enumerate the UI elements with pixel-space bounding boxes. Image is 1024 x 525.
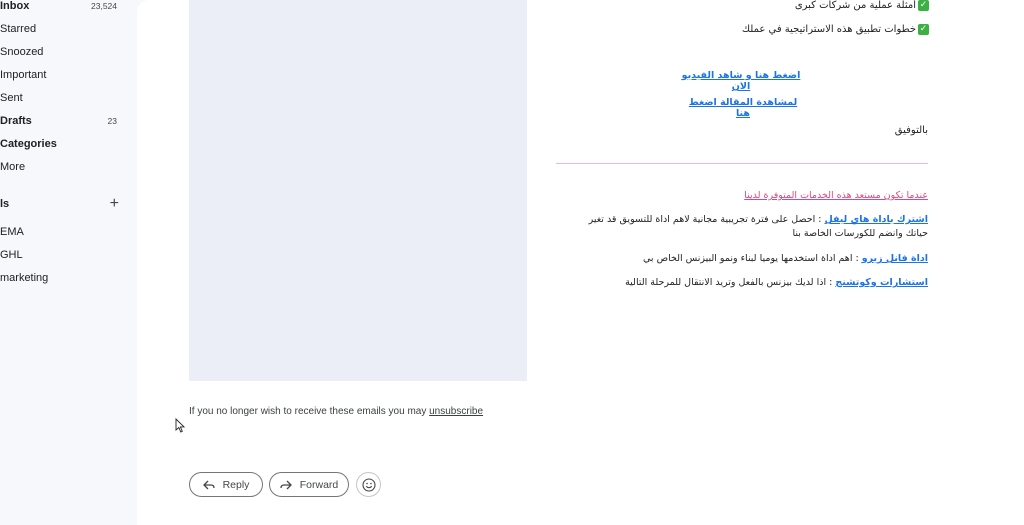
forward-label: Forward <box>299 478 339 491</box>
consulting-link[interactable]: استشارات وكوتشنج <box>835 277 928 288</box>
label-name: marketing <box>0 271 49 284</box>
unsubscribe-link[interactable]: unsubscribe <box>429 406 483 417</box>
check-mark-icon: ✓ <box>918 24 929 35</box>
unsubscribe-notice: If you no longer wish to receive these e… <box>189 406 483 417</box>
service-description: : اهم اداة استخدمها يوميا لبناء ونمو الب… <box>643 253 862 264</box>
services-heading: عندما تكون مستعد هذه الخدمات المتوفرة لد… <box>744 190 928 201</box>
sidebar-item-starred[interactable]: Starred <box>0 17 137 40</box>
read-article-link[interactable]: لمشاهدة المقالة اضغط هنا <box>683 97 803 119</box>
sidebar-item-label: Sent <box>0 91 23 104</box>
labels-heading: ls + <box>0 194 137 214</box>
service-item: استشارات وكوتشنج : اذا لديك بيزنس بالفعل… <box>625 277 928 288</box>
sidebar-label-ema[interactable]: EMA <box>0 220 137 243</box>
reply-button[interactable]: Reply <box>189 472 263 497</box>
sidebar-item-label: Snoozed <box>0 45 44 58</box>
service-item: اشترك باداة هاي ليفل : احصل على فترة تجر… <box>568 213 928 241</box>
sidebar-item-label: Starred <box>0 22 37 35</box>
sidebar-item-label: Drafts <box>0 114 32 127</box>
funnel-zero-link[interactable]: اداة فانل زيرو <box>862 253 928 264</box>
sidebar: Inbox 23,524 Starred Snoozed Important S… <box>0 0 137 525</box>
sidebar-item-inbox[interactable]: Inbox 23,524 <box>0 0 137 17</box>
reply-icon <box>202 480 215 489</box>
unsubscribe-notice-text: If you no longer wish to receive these e… <box>189 406 430 417</box>
unread-count: 23,524 <box>91 0 117 11</box>
create-label-icon[interactable]: + <box>110 194 119 214</box>
check-item-text: خطوات تطبيق هذه الاستراتيجية في عملك <box>741 24 916 35</box>
sidebar-label-ghl[interactable]: GHL <box>0 243 137 266</box>
sidebar-item-drafts[interactable]: Drafts 23 <box>0 109 137 132</box>
drafts-count: 23 <box>107 115 117 126</box>
sidebar-item-more[interactable]: More <box>0 155 137 178</box>
check-item: ✓ أمثلة عملية من شركات كبرى <box>795 0 929 11</box>
label-name: GHL <box>0 248 23 261</box>
sidebar-item-sent[interactable]: Sent <box>0 86 137 109</box>
sidebar-label-marketing[interactable]: marketing <box>0 266 137 289</box>
highlevel-link[interactable]: اشترك باداة هاي ليفل <box>824 214 928 225</box>
label-name: EMA <box>0 225 24 238</box>
sidebar-item-categories[interactable]: Categories <box>0 132 137 155</box>
sidebar-item-label: Inbox <box>0 0 30 12</box>
check-mark-icon: ✓ <box>918 0 929 11</box>
check-item: ✓ خطوات تطبيق هذه الاستراتيجية في عملك <box>742 24 929 35</box>
check-item-text: أمثلة عملية من شركات كبرى <box>794 0 916 11</box>
reply-label: Reply <box>222 478 250 491</box>
service-description: : اذا لديك بيزنس بالفعل وتريد الانتقال ل… <box>625 277 836 288</box>
divider <box>556 163 928 164</box>
sidebar-item-snoozed[interactable]: Snoozed <box>0 40 137 63</box>
sidebar-item-important[interactable]: Important <box>0 63 137 86</box>
signoff: بالتوفيق <box>894 125 928 136</box>
forward-button[interactable]: Forward <box>269 472 349 497</box>
labels-heading-text: ls <box>0 198 10 210</box>
emoji-icon <box>361 477 376 492</box>
watch-video-link[interactable]: اضغط هنا و شاهد الفيديو الان <box>676 70 806 92</box>
emoji-reaction-button[interactable] <box>356 472 381 497</box>
sidebar-item-label: More <box>0 160 26 173</box>
mouse-pointer-icon <box>175 418 185 433</box>
sidebar-item-label: Categories <box>0 137 57 150</box>
forward-icon <box>280 480 292 489</box>
sidebar-item-label: Important <box>0 68 47 81</box>
service-item: اداة فانل زيرو : اهم اداة استخدمها يوميا… <box>643 253 928 264</box>
